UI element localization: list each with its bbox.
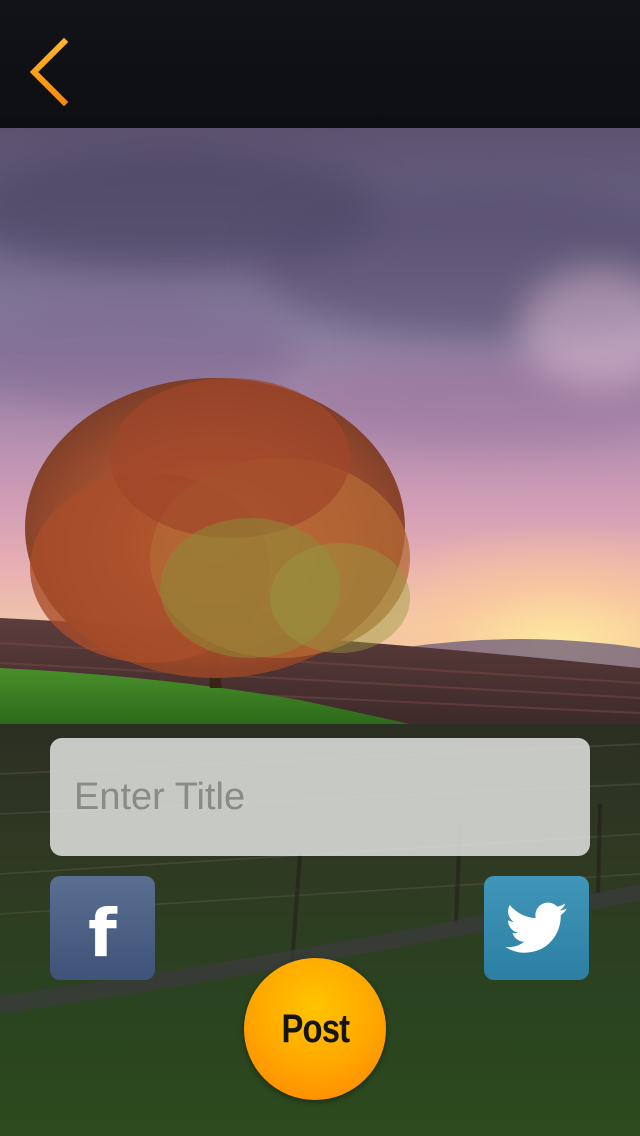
landscape-illustration	[0, 378, 640, 724]
photo-preview	[0, 128, 640, 724]
twitter-bird-icon	[505, 902, 567, 953]
post-button-label: Post	[281, 1006, 350, 1051]
share-photo-screen: f Post	[0, 0, 640, 1136]
facebook-icon: f	[88, 895, 117, 972]
back-button[interactable]	[22, 30, 82, 110]
twitter-share-button[interactable]	[484, 876, 589, 980]
top-bar	[0, 0, 640, 128]
post-button[interactable]: Post	[244, 958, 386, 1100]
title-input[interactable]	[50, 738, 590, 856]
chevron-left-icon	[29, 37, 69, 107]
facebook-share-button[interactable]: f	[50, 876, 155, 980]
